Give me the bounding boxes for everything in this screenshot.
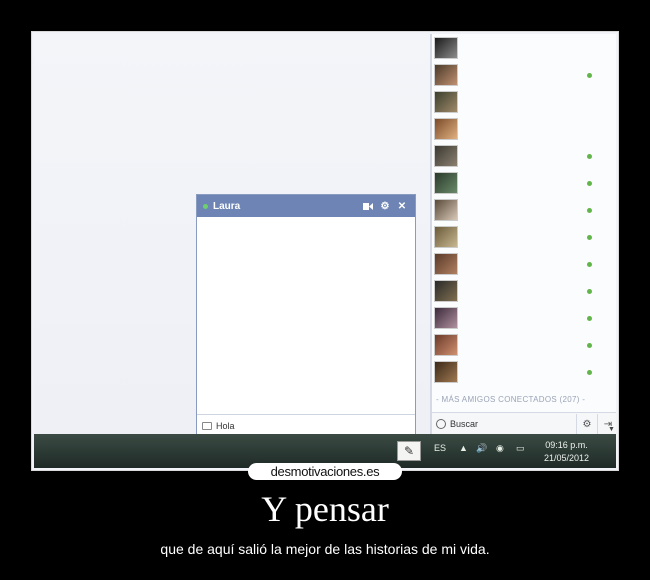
online-indicator-icon [587,154,592,159]
screenshot-frame: Laura ⚙ ✕ Hola - MÁS AMIGOS CONECTADOS (… [31,31,619,471]
online-indicator-icon [587,235,592,240]
search-input[interactable]: Buscar [450,419,576,429]
gear-icon[interactable]: ⚙ [378,199,392,213]
more-friends-link[interactable]: - MÁS AMIGOS CONECTADOS (207) - [436,395,585,404]
friend-avatar[interactable] [434,172,458,194]
online-indicator-icon [587,73,592,78]
chat-contact-name: Laura [213,200,241,212]
display-icon[interactable]: ▭ [516,443,525,454]
friend-avatar[interactable] [434,361,458,383]
online-indicator-icon [587,343,592,348]
settings-gear-icon[interactable]: ⚙ [576,414,597,434]
friend-avatar[interactable] [434,253,458,275]
pen-input-icon[interactable]: ✎ [397,441,421,461]
avatar [434,253,458,275]
show-hidden-icons-icon[interactable]: ▲ [459,443,468,453]
scroll-down-icon[interactable]: ▼ [608,426,615,433]
friend-avatar[interactable] [434,307,458,329]
friend-avatar[interactable] [434,226,458,248]
avatar [434,64,458,86]
avatar [434,280,458,302]
search-icon [436,419,446,429]
avatar [434,37,458,59]
avatar [434,199,458,221]
online-indicator-icon [587,208,592,213]
speech-bubble-icon [202,422,212,430]
avatar [434,361,458,383]
desktop-screen: Laura ⚙ ✕ Hola - MÁS AMIGOS CONECTADOS (… [34,34,616,468]
friend-avatar[interactable] [434,64,458,86]
online-indicator-icon [587,181,592,186]
chat-header[interactable]: Laura ⚙ ✕ [197,195,415,218]
online-indicator-icon [587,316,592,321]
friend-avatar[interactable] [434,334,458,356]
online-indicator-icon [587,370,592,375]
avatar [434,334,458,356]
online-status-icon [203,203,208,209]
close-icon[interactable]: ✕ [395,199,409,213]
caption-title: Y pensar [261,489,389,529]
friend-avatar[interactable] [434,145,458,167]
avatar [434,91,458,113]
chat-sidebar: - MÁS AMIGOS CONECTADOS (207) - Buscar ⚙… [430,34,616,435]
chat-messages-area [197,217,415,415]
avatar [434,172,458,194]
clock-time: 09:16 p.m. [545,440,588,450]
sidebar-search-bar[interactable]: Buscar ⚙ ⇥ [432,412,616,435]
online-indicator-icon [587,289,592,294]
video-icon[interactable] [361,199,375,213]
friend-avatar[interactable] [434,37,458,59]
network-globe-icon[interactable]: ◉ [496,443,504,454]
chat-input-text: Hola [216,421,235,431]
friend-avatar[interactable] [434,91,458,113]
volume-icon[interactable]: 🔊 [476,443,487,454]
chat-window[interactable]: Laura ⚙ ✕ Hola [196,194,416,438]
online-indicator-icon [587,262,592,267]
system-clock[interactable]: 09:16 p.m. 21/05/2012 [544,439,589,465]
friend-avatar[interactable] [434,199,458,221]
avatar [434,226,458,248]
clock-date: 21/05/2012 [544,453,590,463]
avatar [434,145,458,167]
avatar [434,307,458,329]
language-indicator[interactable]: ES [434,443,446,453]
caption-subtitle: que de aquí salió la mejor de las histor… [160,541,490,557]
friend-avatar[interactable] [434,118,458,140]
site-logo: desmotivaciones.es [248,463,402,480]
avatar [434,118,458,140]
friend-avatar[interactable] [434,280,458,302]
